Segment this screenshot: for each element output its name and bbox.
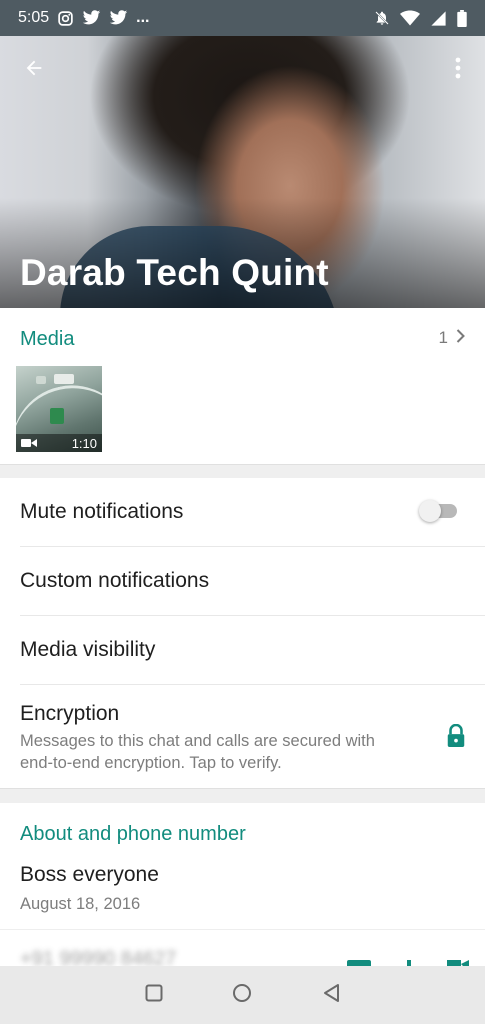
twitter-icon — [82, 10, 101, 26]
media-count-link[interactable]: 1 — [439, 328, 465, 348]
wifi-icon — [400, 10, 420, 26]
thumbnail-vehicle — [50, 408, 64, 424]
home-button[interactable] — [227, 980, 257, 1010]
recents-button[interactable] — [139, 980, 169, 1010]
mute-notifications-icon — [374, 9, 390, 27]
section-separator — [0, 788, 485, 804]
contact-name: Darab Tech Quint — [20, 252, 329, 293]
toggle-knob — [419, 500, 441, 522]
circle-icon — [232, 983, 252, 1008]
signal-icon — [430, 10, 447, 27]
triangle-back-icon — [322, 983, 340, 1008]
lock-icon — [445, 723, 467, 753]
profile-photo-header[interactable]: Darab Tech Quint — [0, 36, 485, 308]
back-button[interactable] — [16, 52, 52, 88]
back-nav-button[interactable] — [316, 980, 346, 1010]
video-duration: 1:10 — [71, 435, 97, 451]
arrow-back-icon — [23, 57, 45, 84]
about-status-date: August 18, 2016 — [20, 895, 141, 913]
media-section: Media 1 1:10 — [0, 308, 485, 464]
video-info-bar: 1:10 — [16, 434, 102, 452]
chat-settings-section: Mute notifications Custom notifications … — [0, 478, 485, 788]
custom-notifications-label: Custom notifications — [20, 569, 210, 592]
encryption-row[interactable]: Encryption Messages to this chat and cal… — [0, 685, 485, 788]
status-time: 5:05 — [18, 9, 50, 26]
square-icon — [145, 984, 163, 1007]
system-navigation-bar — [0, 966, 485, 1024]
encryption-label: Encryption — [20, 702, 120, 725]
twitter-icon — [109, 10, 128, 26]
more-options-button[interactable] — [443, 52, 473, 88]
media-thumbnail[interactable]: 1:10 — [16, 366, 102, 452]
about-status-text[interactable]: Boss everyone — [20, 863, 159, 887]
mute-notifications-label: Mute notifications — [20, 500, 184, 523]
mute-notifications-row[interactable]: Mute notifications — [0, 478, 485, 546]
media-visibility-label: Media visibility — [20, 638, 156, 661]
thumbnail-vehicle — [36, 376, 46, 384]
media-count: 1 — [438, 328, 448, 347]
more-vert-icon — [455, 57, 461, 84]
video-camera-icon — [21, 436, 37, 451]
about-section: About and phone number Boss everyone Aug… — [0, 803, 485, 973]
media-section-title: Media — [20, 328, 75, 350]
section-separator — [0, 464, 485, 479]
chevron-right-icon — [456, 328, 465, 348]
encryption-description: Messages to this chat and calls are secu… — [20, 732, 375, 772]
mute-notifications-toggle[interactable] — [419, 500, 457, 522]
custom-notifications-row[interactable]: Custom notifications — [0, 547, 485, 615]
instagram-icon — [57, 10, 74, 27]
media-visibility-row[interactable]: Media visibility — [0, 616, 485, 684]
status-bar: 5:05 ... — [0, 0, 485, 36]
about-section-title: About and phone number — [20, 823, 246, 845]
thumbnail-vehicle — [54, 374, 74, 384]
battery-icon — [457, 9, 467, 27]
status-more: ... — [136, 9, 150, 26]
